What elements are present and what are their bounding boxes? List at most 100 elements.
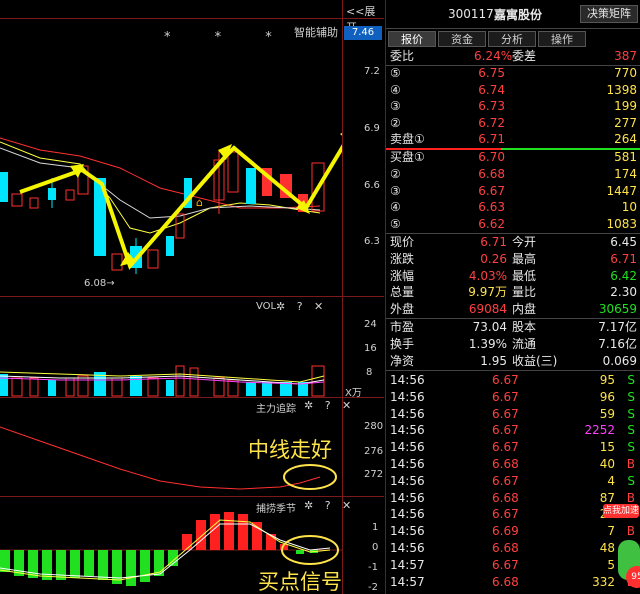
stat-value: 6.45 [610, 235, 637, 249]
vol-bar [111, 377, 123, 397]
stat-label: 内盘 [512, 302, 537, 317]
vol-bar [246, 382, 256, 396]
tick-side: S [627, 373, 635, 387]
sell-volume: 770 [614, 66, 637, 80]
tick-row: 14:56 6.67 96 S [386, 389, 640, 406]
fund-value: 1.95 [480, 354, 507, 368]
quote-tabs: 报价 资金 分析 操作 [386, 31, 640, 47]
tick-price: 6.68 [492, 541, 519, 555]
chart-area[interactable]: <<展开 智能辅助 7.46 * * * 7.2 6.9 6.6 6.3 [0, 0, 384, 594]
quote-header: 300117 嘉寓股份 决策矩阵 [386, 0, 640, 28]
tick-row: 14:56 6.67 15 S [386, 439, 640, 456]
tab-quote[interactable]: 报价 [388, 31, 436, 47]
stat-value: 4.03% [468, 268, 507, 283]
tick-price: 6.68 [492, 574, 519, 589]
vol-bar [147, 377, 159, 397]
fund-value: 0.069 [602, 354, 637, 368]
decision-matrix-button[interactable]: 决策矩阵 [580, 5, 638, 23]
tick-row: 14:566.6848S [386, 540, 640, 557]
stat-value: 0.26 [480, 251, 507, 266]
buy-order-row: 买盘① 6.70 581 [386, 149, 640, 166]
sell-order-row: ② 6.72 277 [386, 115, 640, 132]
tick-row: 14:576.68332B [386, 574, 640, 591]
buy-volume: 1447 [606, 183, 637, 198]
tick-time: 14:56 [390, 373, 425, 387]
stock-name: 嘉寓股份 [494, 8, 543, 22]
mainforce-axis-label: 276 [364, 446, 384, 457]
current-price-badge: 7.46 [344, 26, 382, 40]
sell-order-row: ⑤ 6.75 770 [386, 65, 640, 82]
buy-volume: 10 [621, 200, 637, 215]
tick-time: 14:56 [390, 524, 425, 539]
sell-price: 6.73 [478, 99, 505, 114]
tick-time: 14:56 [390, 473, 425, 488]
stat-value: 6.71 [480, 235, 507, 249]
candle-down [166, 236, 174, 256]
fund-value: 7.16亿 [598, 337, 637, 351]
tick-side: B [626, 524, 635, 539]
fundamental-row: 市盈 73.04 股本 7.17亿 [386, 319, 640, 336]
vol-bar [189, 367, 199, 397]
candlestick-chart: ⌂ [0, 132, 342, 274]
tick-volume: 95 [599, 373, 615, 387]
quote-panel: 300117 嘉寓股份 决策矩阵 报价 资金 分析 操作 委比 6.24% 委差… [385, 0, 640, 594]
buy-order-row: ③ 6.67 1447 [386, 183, 640, 200]
tick-price: 6.67 [492, 440, 519, 455]
buy-order-row: ④ 6.63 10 [386, 199, 640, 216]
tick-time: 14:57 [390, 557, 425, 572]
commission-diff-label: 委差 [512, 49, 537, 63]
tick-price: 6.68 [492, 457, 519, 471]
tab-operation[interactable]: 操作 [538, 31, 586, 47]
mainforce-axis-label: 272 [364, 469, 384, 480]
tick-row: 14:56 6.68 87 B [386, 490, 640, 507]
buy-price: 6.68 [478, 166, 505, 181]
tick-side: S [627, 423, 635, 438]
stat-row: 总量 9.97万 量比 2.30 [386, 284, 640, 301]
candle-up [227, 151, 239, 193]
stat-label: 最低 [512, 268, 537, 283]
zigzag-trend-line [19, 144, 342, 270]
stock-code: 300117 [448, 7, 494, 21]
tick-side: B [626, 457, 635, 471]
stat-label: 涨跌 [390, 251, 415, 266]
accelerate-badge[interactable]: 点我加速 [603, 504, 639, 518]
buy-volume: 581 [614, 150, 637, 164]
stat-label: 外盘 [390, 302, 415, 317]
tick-volume: 59 [599, 406, 615, 421]
tick-row: 14:566.6722S [386, 506, 640, 523]
sell-volume: 199 [614, 99, 637, 114]
candle-up [147, 249, 159, 269]
tick-time: 14:56 [390, 389, 425, 404]
tick-volume: 4 [607, 473, 615, 488]
sell-order-row: ④ 6.74 1398 [386, 82, 640, 99]
stat-value: 9.97万 [468, 285, 507, 300]
candle-down [0, 172, 8, 202]
mainforce-axis-label: 280 [364, 421, 384, 432]
stat-row: 外盘 69084 内盘 30659 [386, 301, 640, 318]
sell-volume: 277 [614, 115, 637, 130]
buy-volume: 174 [614, 166, 637, 181]
fundamental-row: 净资 1.95 收益(三) 0.069 [386, 353, 640, 370]
vol-bar [11, 377, 23, 397]
tick-side: S [627, 473, 635, 488]
tick-time: 14:57 [390, 574, 425, 589]
buy-volume: 1083 [606, 217, 637, 232]
tab-funds[interactable]: 资金 [438, 31, 486, 47]
season-axis-label: 0 [372, 542, 379, 553]
tick-side: S [627, 406, 635, 421]
tick-side: S [627, 389, 635, 404]
tab-analysis[interactable]: 分析 [488, 31, 536, 47]
vol-bar [65, 377, 75, 397]
tick-time: 14:56 [390, 457, 425, 471]
buy-level-label: 买盘① [390, 150, 425, 164]
vol-bar [262, 382, 272, 396]
stat-value: 6.71 [610, 251, 637, 266]
vol-axis-label: 16 [364, 343, 377, 354]
sell-order-row: ③ 6.73 199 [386, 98, 640, 115]
house-icon: ⌂ [196, 196, 203, 209]
trend-arrows [19, 132, 342, 270]
season-axis-label: 1 [372, 522, 379, 533]
sell-price: 6.75 [478, 66, 505, 80]
vol-unit-label: X万 [345, 388, 362, 399]
season-bars-red [182, 512, 288, 550]
